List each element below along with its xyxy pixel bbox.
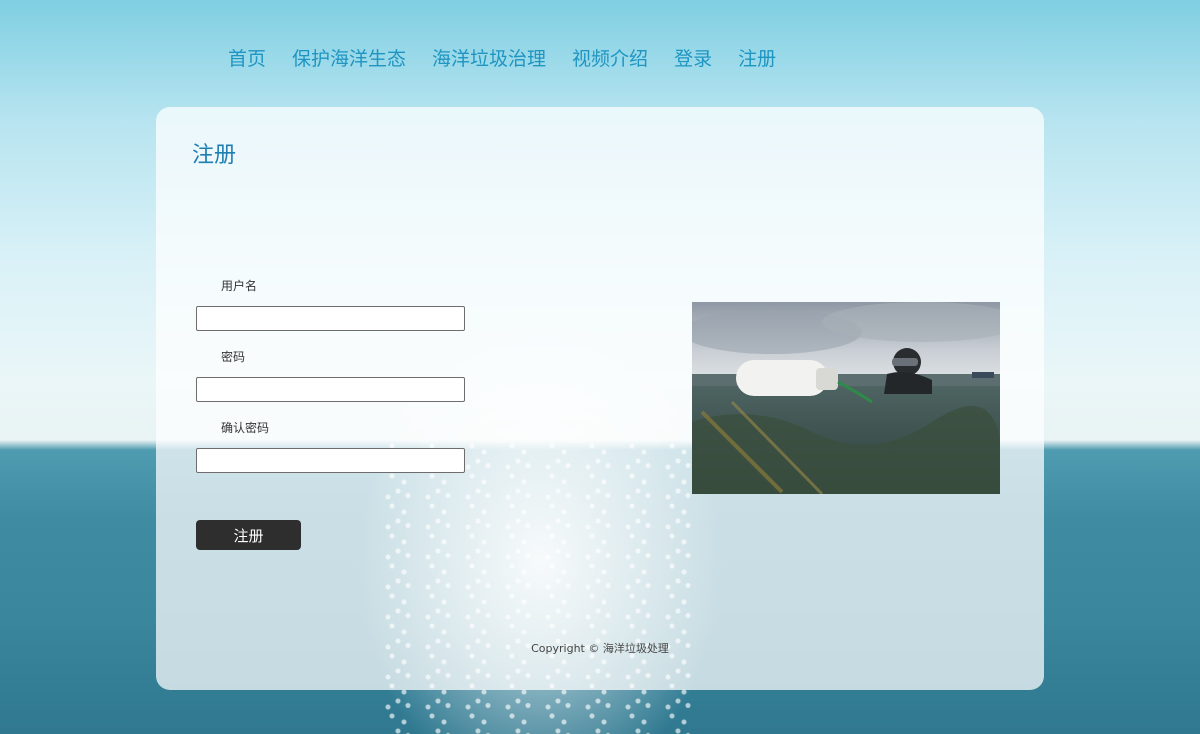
username-input[interactable] [196,306,465,331]
copyright-text: Copyright © 海洋垃圾处理 [531,642,669,655]
nav-register[interactable]: 注册 [738,44,776,71]
nav-home[interactable]: 首页 [228,44,266,71]
nav-protect-ecology[interactable]: 保护海洋生态 [292,44,406,71]
register-card: 注册 用户名 密码 确认密码 注册 Copyright © 海洋垃圾处理 [156,107,1044,690]
diver-with-buoy-photo-icon [692,302,1000,494]
top-nav: 首页 保护海洋生态 海洋垃圾治理 视频介绍 登录 注册 [228,44,776,71]
diver-photo [692,302,1000,494]
confirm-password-label: 确认密码 [221,421,270,435]
nav-garbage-management[interactable]: 海洋垃圾治理 [432,44,546,71]
nav-login[interactable]: 登录 [674,44,712,71]
username-label: 用户名 [221,279,258,293]
register-button[interactable]: 注册 [196,520,301,550]
nav-video[interactable]: 视频介绍 [572,44,648,71]
page-title: 注册 [192,143,237,168]
password-label: 密码 [221,350,246,364]
confirm-password-input[interactable] [196,448,465,473]
password-input[interactable] [196,377,465,402]
